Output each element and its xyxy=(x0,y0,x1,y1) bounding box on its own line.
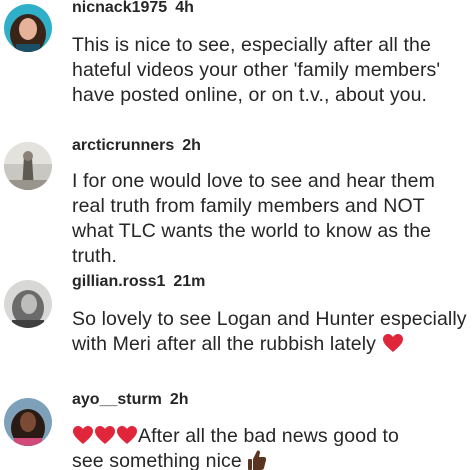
comment-text-content: So lovely to see Logan and Hunter especi… xyxy=(72,308,467,355)
username-link[interactable]: arcticrunners xyxy=(72,137,174,154)
comment-text: This is nice to see, especially after al… xyxy=(72,34,441,106)
comment-feed: nicnack1975 4h This is nice to see, espec… xyxy=(0,0,474,470)
comment-text: I for one would love to see and hear the… xyxy=(72,170,435,267)
timestamp: 4h xyxy=(175,0,194,16)
comment-text-line: After all the bad news good to xyxy=(72,424,470,449)
red-heart-icon xyxy=(73,426,93,444)
username-link[interactable]: nicnack1975 xyxy=(72,0,167,16)
red-heart-icon xyxy=(117,426,137,444)
timestamp: 21m xyxy=(173,273,206,290)
avatar[interactable] xyxy=(4,280,52,328)
comment-text-content: After all the bad news good to xyxy=(138,425,400,447)
comment-text: So lovely to see Logan and Hunter especi… xyxy=(72,307,470,357)
avatar[interactable] xyxy=(4,398,52,446)
timestamp: 2h xyxy=(169,391,189,408)
timestamp: 2h xyxy=(182,137,201,154)
avatar[interactable] xyxy=(4,4,52,52)
comment-text: After all the bad news good to see somet… xyxy=(72,424,470,470)
thumbs-up-icon xyxy=(248,450,267,470)
red-heart-icon xyxy=(382,334,403,352)
red-heart-icon xyxy=(95,426,115,444)
comment-text-content: see something nice xyxy=(72,450,242,470)
username-link[interactable]: gillian.ross1 xyxy=(72,273,165,290)
avatar[interactable] xyxy=(4,142,52,190)
username-link[interactable]: ayo__sturm xyxy=(72,391,162,408)
comment-text-line: see something nice xyxy=(72,449,470,470)
